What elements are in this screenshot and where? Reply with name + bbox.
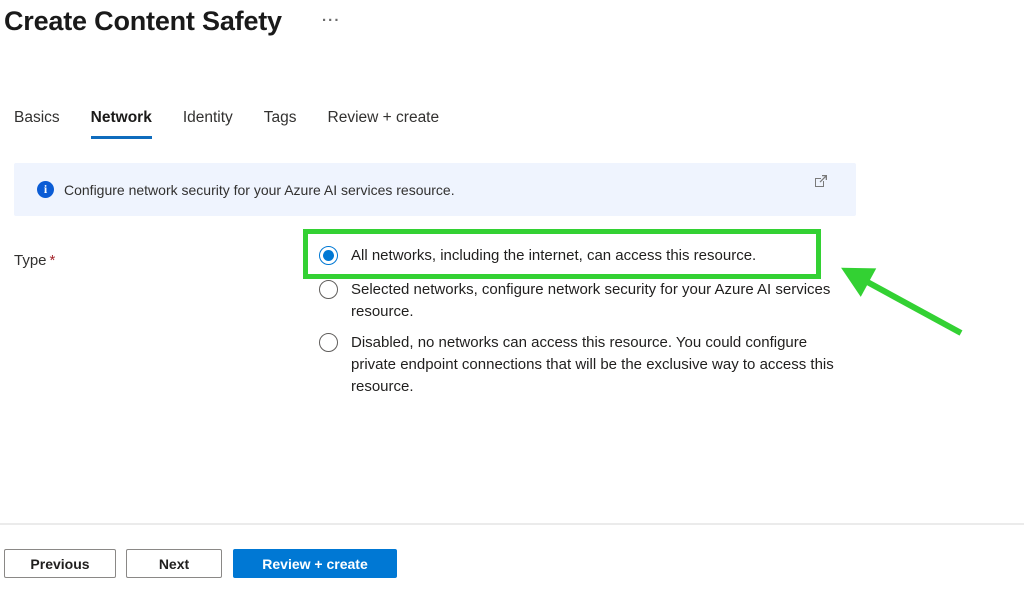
tab-tags[interactable]: Tags [264, 109, 297, 139]
create-content-safety-page: Create Content Safety ... Basics Network… [0, 0, 1024, 592]
tab-review-create[interactable]: Review + create [328, 109, 440, 139]
tab-basics[interactable]: Basics [14, 109, 60, 139]
tab-network[interactable]: Network [90, 109, 152, 139]
required-marker: * [49, 252, 56, 269]
info-icon: i [37, 181, 54, 198]
banner-text: Configure network security for your Azur… [64, 182, 455, 198]
radio-option-selected-networks[interactable]: Selected networks, configure network sec… [319, 279, 856, 323]
radio-option-all-networks[interactable]: All networks, including the internet, ca… [319, 245, 756, 267]
previous-button[interactable]: Previous [4, 549, 116, 578]
radio-button-selected[interactable] [319, 246, 338, 265]
tab-identity[interactable]: Identity [183, 109, 233, 139]
more-menu-button[interactable]: ... [322, 8, 341, 25]
radio-option-label: Disabled, no networks can access this re… [351, 334, 834, 395]
next-button[interactable]: Next [126, 549, 222, 578]
radio-button[interactable] [319, 333, 338, 352]
type-label: Type * [14, 252, 55, 269]
radio-option-disabled[interactable]: Disabled, no networks can access this re… [319, 332, 856, 398]
external-link-icon[interactable] [814, 174, 828, 188]
review-create-button[interactable]: Review + create [233, 549, 397, 578]
footer-divider [0, 523, 1024, 525]
tab-bar: Basics Network Identity Tags Review + cr… [14, 109, 439, 139]
info-banner: i Configure network security for your Az… [14, 163, 856, 216]
radio-button[interactable] [319, 280, 338, 299]
radio-option-label: All networks, including the internet, ca… [351, 247, 757, 264]
page-title: Create Content Safety [4, 6, 282, 36]
radio-option-label: Selected networks, configure network sec… [351, 281, 831, 320]
type-label-text: Type [14, 252, 47, 269]
